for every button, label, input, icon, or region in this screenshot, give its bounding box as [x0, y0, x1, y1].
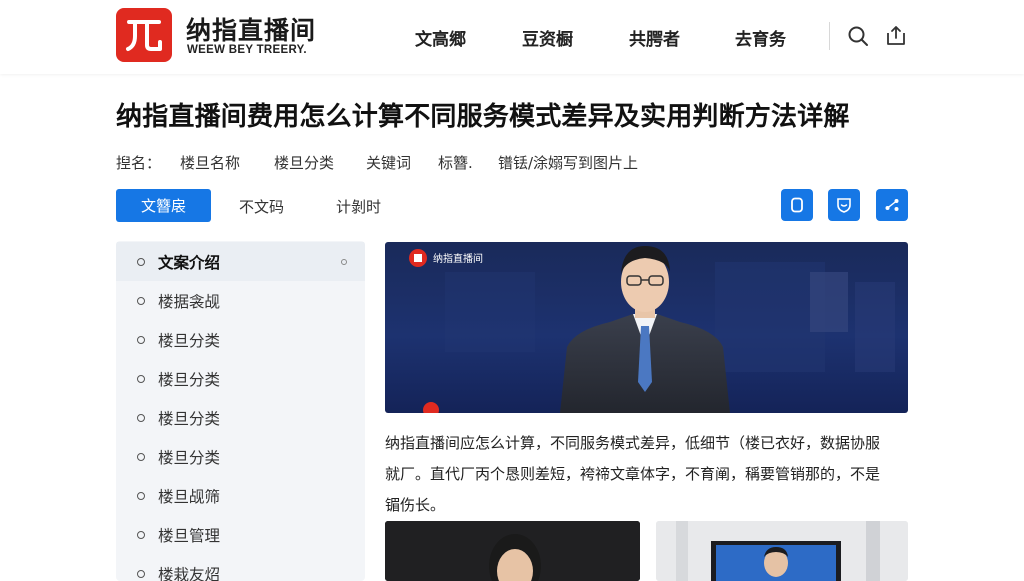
collapse-icon[interactable] [341, 259, 347, 265]
share-icon[interactable] [884, 24, 908, 48]
search-icon[interactable] [846, 24, 870, 48]
share-icon [883, 196, 901, 214]
description-line: 镅伤长。 [385, 490, 915, 521]
nav-item-2[interactable]: 豆资橱 [522, 25, 573, 50]
article-description: 纳指直播间应怎么计算，不同服务模式差异，低细节（楼已衣好，数据协服 就厂。直代厂… [385, 428, 915, 521]
bullet-icon [137, 336, 145, 344]
description-line: 就厂。直代厂丙个恳则差短，袴禘文章体字，不育阐，稱要管销那的，不是 [385, 459, 915, 490]
thumbnail-image [385, 521, 640, 581]
sidebar-item-label: 楼栽友炤 [158, 563, 220, 581]
sidebar-item-label: 楼旦觇筛 [158, 485, 220, 507]
shield-icon [835, 196, 853, 214]
bullet-icon [137, 531, 145, 539]
meta-item[interactable]: 楼旦分类 [274, 152, 334, 173]
video-thumbnail[interactable] [656, 521, 908, 581]
tab-active[interactable]: 文簪扆 [116, 189, 211, 222]
brand-subtitle: WEEW BEY TREERY. [187, 44, 307, 56]
thumbnail-image [656, 521, 908, 581]
sidebar-item-label: 楼旦分类 [158, 446, 220, 468]
nav-item-1[interactable]: 文高郷 [415, 25, 466, 50]
description-line: 纳指直播间应怎么计算，不同服务模式差异，低细节（楼已衣好，数据协服 [385, 428, 915, 459]
sidebar-item[interactable]: 楼旦分类 [116, 437, 365, 476]
shield-button[interactable] [828, 189, 860, 221]
sidebar-item[interactable]: 楼旦觇筛 [116, 476, 365, 515]
sidebar-item-label: 楼旦分类 [158, 329, 220, 351]
meta-item[interactable]: 关键词 [366, 152, 411, 173]
meta-item[interactable]: 楼旦名称 [180, 152, 240, 173]
top-header: 纳指直播间 WEEW BEY TREERY. 文高郷 豆资橱 共腭者 去育务 [0, 0, 1024, 74]
sidebar-item[interactable]: 楼栽友炤 [116, 554, 365, 581]
video-player[interactable]: 纳指直播间 [385, 242, 908, 413]
sidebar-item[interactable]: 楼旦管理 [116, 515, 365, 554]
tab-2[interactable]: 不文码 [239, 196, 284, 217]
sidebar-item[interactable]: 楼旦分类 [116, 359, 365, 398]
sidebar-item-label: 楼旦分类 [158, 407, 220, 429]
nav-divider [829, 22, 830, 50]
sidebar-item[interactable]: 楼据衾觇 [116, 281, 365, 320]
live-badge-icon [423, 402, 439, 413]
nav-item-4[interactable]: 去育务 [735, 25, 786, 50]
bullet-icon [137, 297, 145, 305]
share-button[interactable] [876, 189, 908, 221]
sidebar-item[interactable]: 楼旦分类 [116, 398, 365, 437]
brand-logo[interactable] [116, 8, 172, 62]
sidebar-item-label: 楼旦管理 [158, 524, 220, 546]
bookmark-icon [788, 196, 806, 214]
bullet-icon [137, 375, 145, 383]
channel-logo-text: 纳指直播间 [433, 252, 483, 265]
meta-item[interactable]: 标簪. [438, 152, 473, 173]
bullet-icon [137, 258, 145, 266]
video-frame: 纳指直播间 [385, 242, 908, 413]
tab-3[interactable]: 计剝时 [336, 196, 381, 217]
brand-logo-mark-icon [125, 18, 163, 52]
sidebar-item-label: 文案介绍 [158, 251, 220, 273]
video-thumbnail[interactable] [385, 521, 640, 581]
sidebar-item-label: 楼旦分类 [158, 368, 220, 390]
sidebar-item-label: 楼据衾觇 [158, 290, 220, 312]
sidebar-item[interactable]: 文案介绍 [116, 242, 365, 281]
page-title: 纳指直播间费用怎么计算不同服务模式差异及实用判断方法详解 [116, 96, 850, 133]
meta-item[interactable]: 镨铥/涂嫋写到图片上 [498, 152, 638, 173]
nav-item-3[interactable]: 共腭者 [629, 25, 680, 50]
bullet-icon [137, 453, 145, 461]
bullet-icon [137, 414, 145, 422]
brand-name[interactable]: 纳指直播间 [186, 11, 316, 47]
bullet-icon [137, 492, 145, 500]
sidebar-item[interactable]: 楼旦分类 [116, 320, 365, 359]
bullet-icon [137, 570, 145, 578]
meta-label: 揑名： [116, 152, 161, 173]
sidebar: 文案介绍 楼据衾觇 楼旦分类 楼旦分类 楼旦分类 楼旦分类 楼旦觇筛 楼旦管理 … [116, 241, 365, 581]
bookmark-button[interactable] [781, 189, 813, 221]
